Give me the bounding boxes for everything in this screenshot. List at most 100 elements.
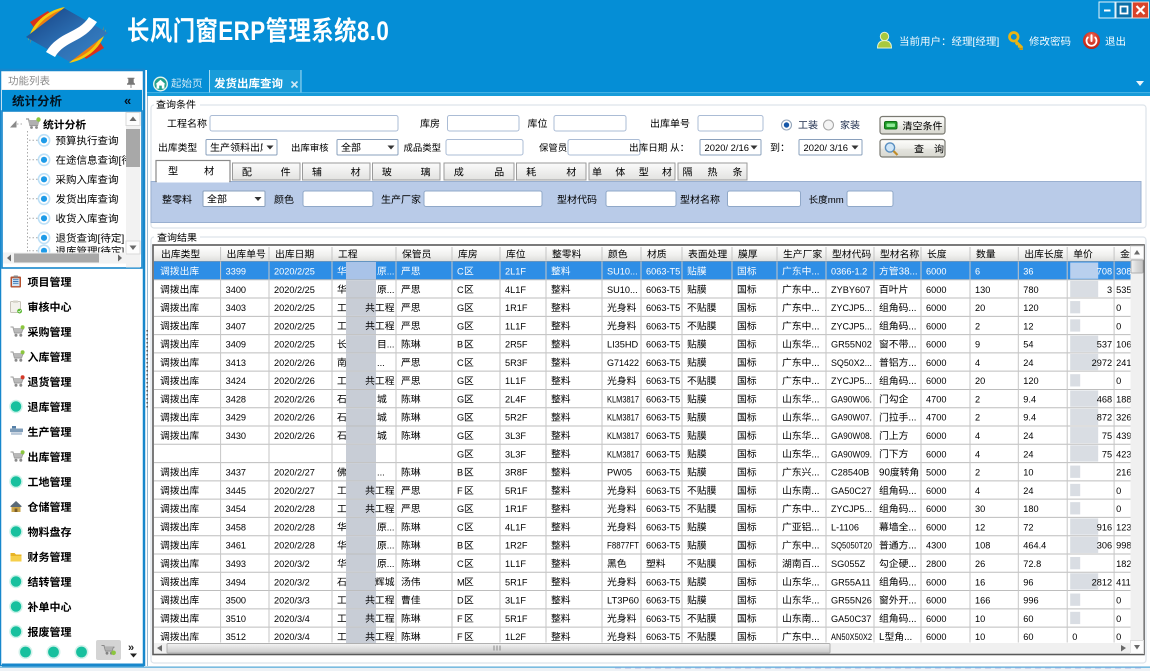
svg-text:2020/2/27: 2020/2/27 xyxy=(274,486,315,496)
svg-text:[: [ xyxy=(973,36,976,48)
svg-text:2800: 2800 xyxy=(926,559,946,569)
svg-text:L-1106: L-1106 xyxy=(831,522,859,532)
svg-text:...: ... xyxy=(908,614,916,625)
svg-text:...: ... xyxy=(811,504,819,515)
svg-text:...: ... xyxy=(908,340,916,351)
svg-text:»: » xyxy=(128,642,134,654)
svg-text:1R2F: 1R2F xyxy=(505,541,528,551)
svg-text:...: ... xyxy=(811,285,819,296)
svg-text:439: 439 xyxy=(1116,431,1131,441)
svg-text:KLM3817: KLM3817 xyxy=(607,394,639,404)
svg-text:G: G xyxy=(457,376,464,386)
svg-text:2020/: 2020/ xyxy=(804,142,828,153)
svg-text:M: M xyxy=(457,577,465,587)
svg-text:3494: 3494 xyxy=(226,577,246,587)
svg-text:2: 2 xyxy=(975,468,980,478)
svg-text:20: 20 xyxy=(975,376,985,386)
svg-text:...: ... xyxy=(811,486,819,497)
svg-text:ERP: ERP xyxy=(218,17,265,46)
svg-text:2020/3/4: 2020/3/4 xyxy=(274,632,310,642)
svg-text:6000: 6000 xyxy=(926,376,946,386)
svg-text:C: C xyxy=(457,285,464,295)
svg-text:2020/3/4: 2020/3/4 xyxy=(274,614,310,624)
svg-text:2020/2/26: 2020/2/26 xyxy=(274,358,315,368)
svg-text:LI35HD: LI35HD xyxy=(607,340,639,350)
svg-text:6000: 6000 xyxy=(926,577,946,587)
svg-text:...: ... xyxy=(908,577,916,588)
svg-text:20: 20 xyxy=(975,303,985,313)
svg-text:GR55N26: GR55N26 xyxy=(831,596,872,606)
svg-text:2020/2/25: 2020/2/25 xyxy=(274,267,315,277)
svg-text:G: G xyxy=(457,303,464,313)
svg-text:ZYCJP5...: ZYCJP5... xyxy=(831,321,872,331)
svg-text:...: ... xyxy=(811,559,819,570)
svg-text:998: 998 xyxy=(1116,541,1131,551)
svg-text:780: 780 xyxy=(1023,285,1038,295)
svg-text:120: 120 xyxy=(1023,376,1038,386)
svg-text:6063-T5: 6063-T5 xyxy=(646,632,680,642)
svg-text:96: 96 xyxy=(1023,577,1033,587)
svg-text:6063-T5: 6063-T5 xyxy=(646,321,680,331)
svg-text:5R1F: 5R1F xyxy=(505,614,528,624)
svg-text:3437: 3437 xyxy=(226,468,246,478)
svg-text:2020/3/3: 2020/3/3 xyxy=(274,596,310,606)
svg-text:6063-T5: 6063-T5 xyxy=(646,486,680,496)
svg-text:2020/2/25: 2020/2/25 xyxy=(274,340,315,350)
svg-text:...: ... xyxy=(908,358,916,369)
svg-text:6000: 6000 xyxy=(926,504,946,514)
svg-text:[: [ xyxy=(119,155,122,167)
svg-text:...: ... xyxy=(811,376,819,387)
svg-text:4300: 4300 xyxy=(926,541,946,551)
svg-text:4: 4 xyxy=(975,486,980,496)
svg-text:]: ] xyxy=(121,233,124,245)
svg-text:D: D xyxy=(457,596,464,606)
svg-text:G: G xyxy=(457,504,464,514)
svg-text:54: 54 xyxy=(1023,340,1033,350)
svg-text:C: C xyxy=(457,559,464,569)
svg-text:4: 4 xyxy=(975,449,980,459)
svg-text:24: 24 xyxy=(1023,449,1033,459)
svg-text:6063-T5: 6063-T5 xyxy=(646,541,680,551)
svg-text:6063-T5: 6063-T5 xyxy=(646,267,680,277)
svg-text:75: 75 xyxy=(1102,431,1112,441)
svg-text:4: 4 xyxy=(975,431,980,441)
svg-text:2: 2 xyxy=(975,394,980,404)
svg-text:8.0: 8.0 xyxy=(357,17,389,46)
svg-text:...: ... xyxy=(811,596,819,607)
svg-text:166: 166 xyxy=(975,596,990,606)
svg-text:6063-T5: 6063-T5 xyxy=(646,614,680,624)
svg-text:...: ... xyxy=(908,596,916,607)
svg-text:GA50C37: GA50C37 xyxy=(831,614,871,624)
svg-text:...: ... xyxy=(811,614,819,625)
svg-text:...: ... xyxy=(811,449,819,460)
svg-text:...: ... xyxy=(377,468,385,478)
svg-text:...: ... xyxy=(387,267,395,277)
svg-text:2020/2/25: 2020/2/25 xyxy=(274,285,315,295)
svg-text:10: 10 xyxy=(975,614,985,624)
svg-text:60: 60 xyxy=(1023,614,1033,624)
svg-text:123: 123 xyxy=(1116,522,1131,532)
svg-text:38...: 38... xyxy=(899,267,918,278)
svg-text:2020/2/28: 2020/2/28 xyxy=(274,541,315,551)
svg-text:...: ... xyxy=(908,504,916,515)
svg-text:...: ... xyxy=(811,577,819,588)
svg-text:C28540B: C28540B xyxy=(831,468,869,478)
svg-text:5000: 5000 xyxy=(926,468,946,478)
svg-text:...: ... xyxy=(387,559,395,569)
svg-text:6000: 6000 xyxy=(926,358,946,368)
svg-text:6063-T5: 6063-T5 xyxy=(646,358,680,368)
svg-text:F: F xyxy=(457,614,463,624)
svg-text:3512: 3512 xyxy=(226,632,246,642)
svg-text:2812: 2812 xyxy=(1092,577,1112,587)
svg-text:130: 130 xyxy=(975,285,990,295)
svg-text:...: ... xyxy=(811,267,819,278)
svg-text:2020/2/26: 2020/2/26 xyxy=(274,431,315,441)
svg-text:0: 0 xyxy=(1116,321,1121,331)
svg-text:120: 120 xyxy=(1023,303,1038,313)
svg-text:5R3F: 5R3F xyxy=(505,358,528,368)
svg-text:GA90W09.: GA90W09. xyxy=(831,449,872,459)
svg-text:3400: 3400 xyxy=(226,285,246,295)
svg-text:ZYCJP5...: ZYCJP5... xyxy=(831,504,872,514)
svg-text:...: ... xyxy=(908,303,916,314)
svg-text:2020/2/26: 2020/2/26 xyxy=(274,413,315,423)
